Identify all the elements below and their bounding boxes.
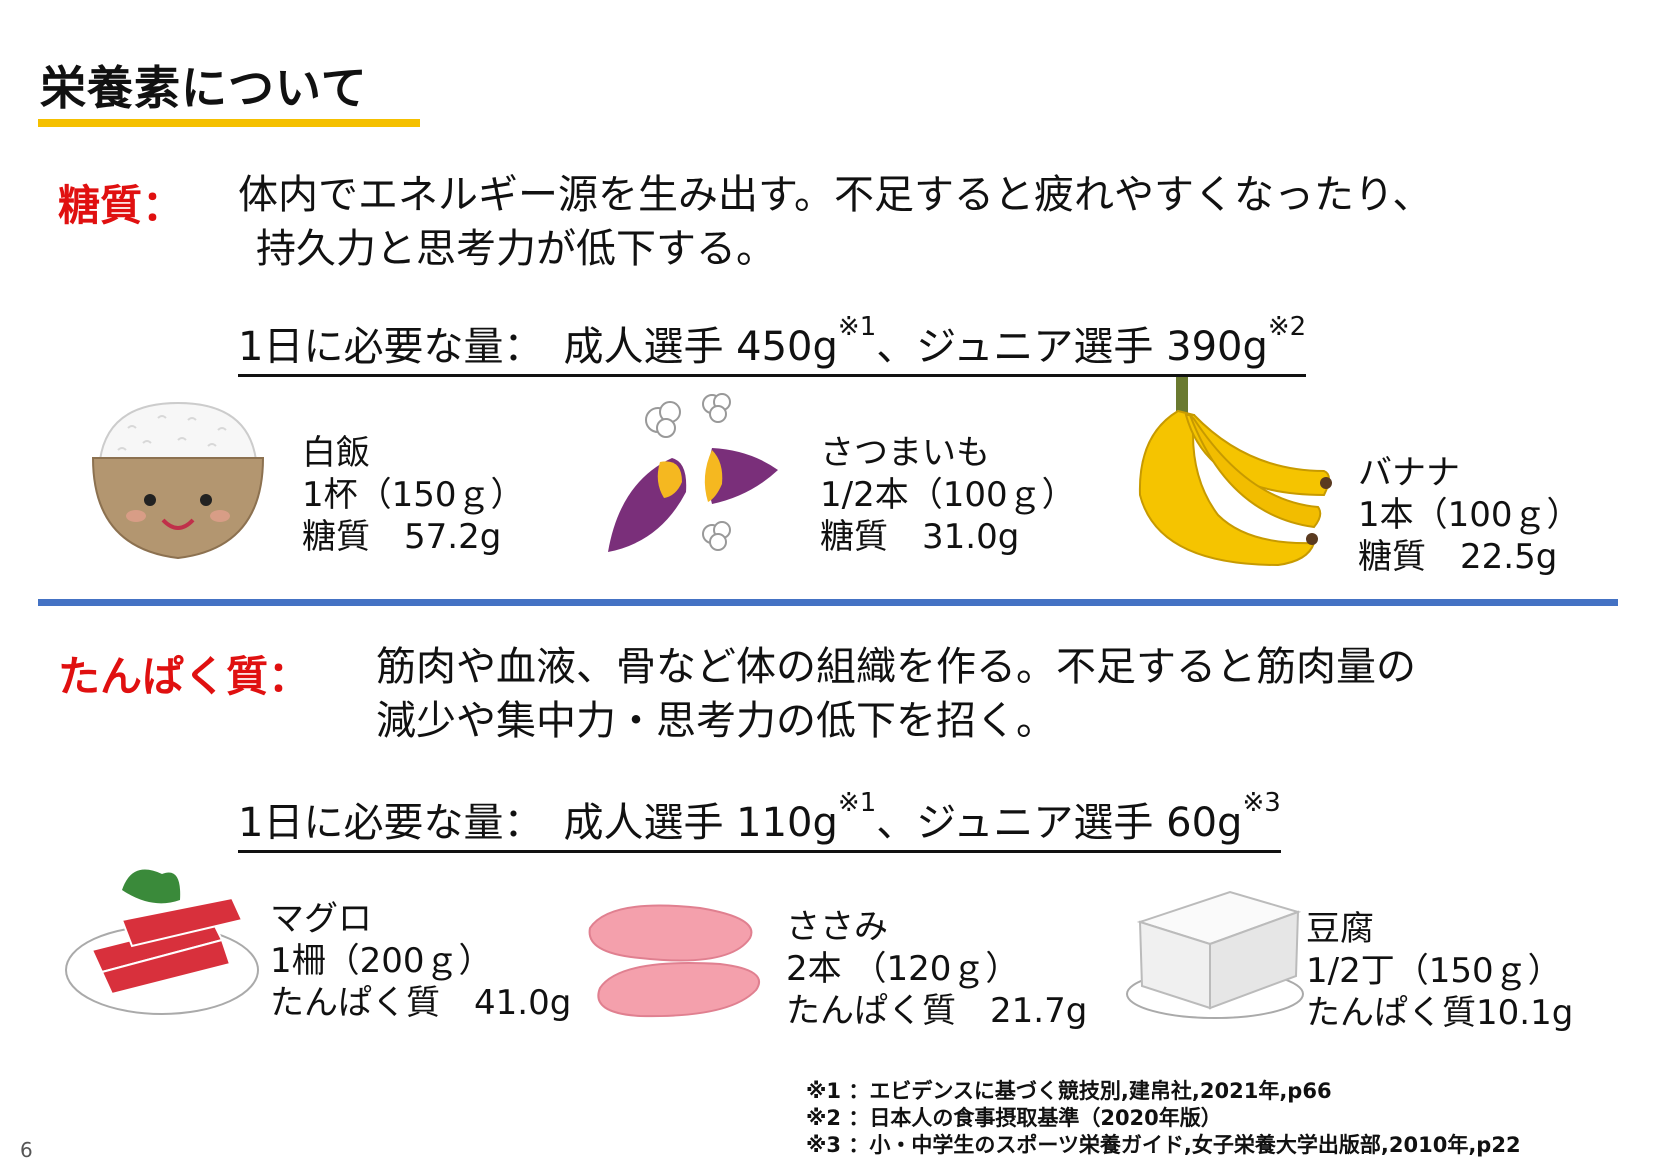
carb-food-banana: バナナ 1本（100ｇ） 糖質 22.5g — [1358, 452, 1581, 578]
page-title: 栄養素について — [40, 61, 368, 115]
protein-req-mid: 、ジュニア選手 60g — [876, 800, 1243, 846]
carb-desc-line1: 体内でエネルギー源を生み出す。不足すると疲れやすくなったり、 — [238, 172, 1433, 218]
protein-req-prefix: 1日に必要な量： 成人選手 110g — [238, 800, 838, 846]
carb-desc-line2: 持久力と思考力が低下する。 — [256, 226, 776, 272]
footnotes: ※1 ：エビデンスに基づく競技別,建帛社,2021年,p66 ※2 ：日本人の食… — [806, 1078, 1521, 1159]
food-amount: 1/2丁（150ｇ） — [1306, 951, 1562, 991]
protein-label: たんぱく質： — [58, 652, 311, 701]
carb-food-rice: 白飯 1杯（150ｇ） 糖質 57.2g — [302, 432, 525, 558]
sweet-potato-icon — [608, 393, 778, 552]
food-amount: 1/2本（100ｇ） — [820, 475, 1076, 515]
protein-desc-line2: 減少や集中力・思考力の低下を招く。 — [376, 698, 1056, 744]
protein-req-ref2: ※3 — [1242, 788, 1281, 818]
food-nutrient: たんぱく質 41.0g — [270, 983, 572, 1023]
food-name: 白飯 — [302, 433, 370, 473]
carb-requirement: 1日に必要な量： 成人選手 450g※1、ジュニア選手 390g※2 — [238, 312, 1307, 377]
carb-req-prefix: 1日に必要な量： 成人選手 450g — [238, 324, 838, 370]
footnote-1: ※1 ：エビデンスに基づく競技別,建帛社,2021年,p66 — [806, 1079, 1332, 1103]
chicken-tender-icon — [588, 904, 761, 1018]
protein-food-tuna: マグロ 1柵（200ｇ） たんぱく質 41.0g — [270, 898, 571, 1024]
carb-req-ref1: ※1 — [837, 312, 877, 342]
section-divider — [38, 599, 1618, 606]
food-name: さつまいも — [820, 433, 990, 473]
protein-food-tofu: 豆腐 1/2丁（150ｇ） たんぱく質10.1g — [1306, 908, 1573, 1034]
food-name: 豆腐 — [1306, 909, 1374, 949]
food-amount: 1本（100ｇ） — [1358, 495, 1581, 535]
food-amount: 2本 （120ｇ） — [786, 949, 1020, 989]
food-nutrient: 糖質 22.5g — [1358, 537, 1558, 577]
food-name: バナナ — [1358, 453, 1460, 493]
tofu-icon — [1126, 890, 1304, 1019]
carb-food-sweet-potato: さつまいも 1/2本（100ｇ） 糖質 31.0g — [820, 432, 1076, 558]
carb-req-mid: 、ジュニア選手 390g — [876, 324, 1268, 370]
food-amount: 1柵（200ｇ） — [270, 941, 493, 981]
page-number: 6 — [20, 1138, 33, 1162]
protein-food-chicken: ささみ 2本 （120ｇ） たんぱく質 21.7g — [786, 906, 1087, 1032]
carb-label: 糖質： — [58, 181, 185, 230]
food-nutrient: たんぱく質 21.7g — [786, 991, 1088, 1031]
protein-desc-line1: 筋肉や血液、骨など体の組織を作る。不足すると筋肉量の — [376, 644, 1416, 690]
food-name: ささみ — [786, 907, 888, 947]
food-amount: 1杯（150ｇ） — [302, 475, 525, 515]
title-underline — [38, 119, 420, 127]
tuna-sashimi-icon — [65, 869, 259, 1015]
food-nutrient: たんぱく質10.1g — [1306, 993, 1574, 1033]
food-nutrient: 糖質 57.2g — [302, 517, 502, 557]
carb-req-ref2: ※2 — [1267, 312, 1307, 342]
food-name: マグロ — [270, 899, 372, 939]
food-nutrient: 糖質 31.0g — [820, 517, 1020, 557]
footnote-2: ※2 ：日本人の食事摂取基準（2020年版） — [806, 1106, 1222, 1130]
rice-bowl-icon — [91, 401, 265, 560]
banana-icon — [1138, 377, 1332, 567]
protein-req-ref1: ※1 — [837, 788, 877, 818]
protein-requirement: 1日に必要な量： 成人選手 110g※1、ジュニア選手 60g※3 — [238, 788, 1281, 853]
footnote-3: ※3 ：小・中学生のスポーツ栄養ガイド,女子栄養大学出版部,2010年,p22 — [806, 1133, 1521, 1157]
